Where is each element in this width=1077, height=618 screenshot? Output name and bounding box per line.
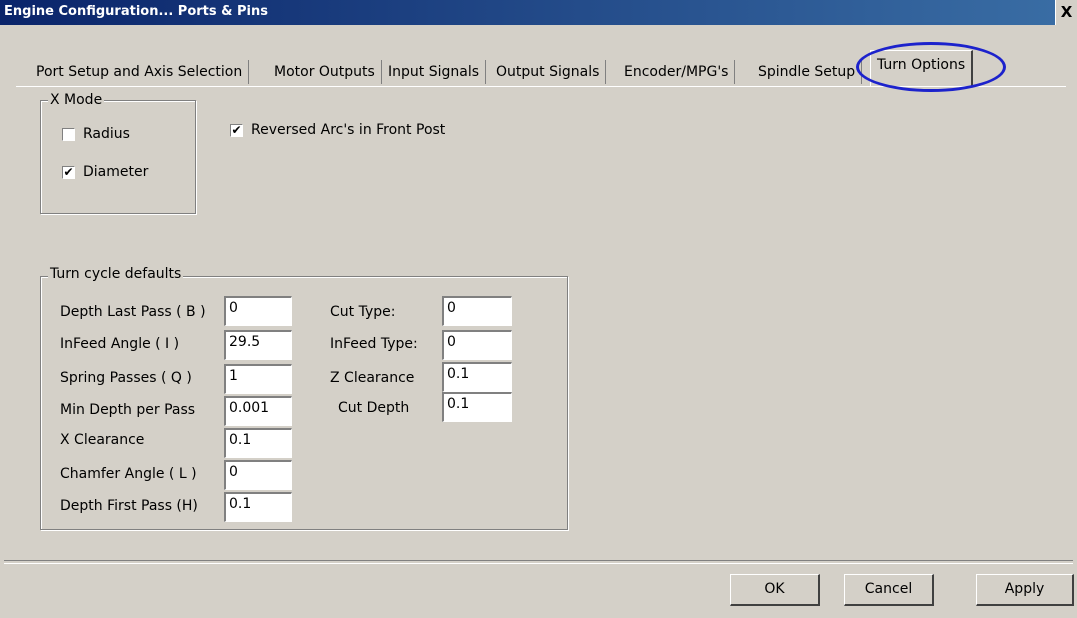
depth-last-pass-label: Depth Last Pass ( B ) — [60, 304, 206, 320]
tab-port-setup[interactable]: Port Setup and Axis Selection — [30, 60, 250, 84]
chamfer-angle-input[interactable]: 0 — [224, 460, 292, 490]
bottom-separator — [4, 560, 1073, 564]
tab-output-signals[interactable]: Output Signals — [490, 60, 607, 84]
diameter-checkbox[interactable]: ✔ — [62, 165, 75, 179]
z-clearance-input[interactable]: 0.1 — [442, 362, 512, 392]
reversed-arcs-checkbox[interactable]: ✔ — [230, 123, 243, 137]
spring-passes-input[interactable]: 1 — [224, 364, 292, 394]
dialog-window: Engine Configuration... Ports & Pins X P… — [0, 0, 1077, 618]
turn-cycle-legend: Turn cycle defaults — [48, 266, 184, 282]
x-mode-group — [40, 100, 196, 214]
cut-depth-label: Cut Depth — [338, 400, 410, 416]
title-bar[interactable]: Engine Configuration... Ports & Pins X — [0, 0, 1077, 25]
cut-type-label: Cut Type: — [330, 304, 396, 320]
window-title: Engine Configuration... Ports & Pins — [4, 4, 268, 19]
depth-last-pass-input[interactable]: 0 — [224, 296, 292, 326]
cut-depth-input[interactable]: 0.1 — [442, 392, 512, 422]
chamfer-angle-label: Chamfer Angle ( L ) — [60, 466, 197, 482]
diameter-option[interactable]: ✔ Diameter — [62, 164, 148, 180]
tab-input-signals[interactable]: Input Signals — [382, 60, 486, 84]
min-depth-per-pass-label: Min Depth per Pass — [60, 402, 196, 418]
spring-passes-label: Spring Passes ( Q ) — [60, 370, 192, 386]
min-depth-per-pass-input[interactable]: 0.001 — [224, 396, 292, 426]
apply-button[interactable]: Apply — [976, 574, 1074, 606]
depth-first-pass-input[interactable]: 0.1 — [224, 492, 292, 522]
radius-checkbox[interactable] — [62, 127, 75, 141]
ok-button[interactable]: OK — [730, 574, 820, 606]
close-icon[interactable]: X — [1055, 0, 1077, 25]
depth-first-pass-label: Depth First Pass (H) — [60, 498, 198, 514]
x-mode-legend: X Mode — [48, 92, 105, 108]
radius-option[interactable]: Radius — [62, 126, 130, 142]
tab-motor-outputs[interactable]: Motor Outputs — [268, 60, 382, 84]
tab-encoder-mpg[interactable]: Encoder/MPG's — [618, 60, 736, 84]
tab-spindle-setup[interactable]: Spindle Setup — [752, 60, 863, 84]
reversed-arcs-label: Reversed Arc's in Front Post — [251, 122, 446, 138]
infeed-angle-label: InFeed Angle ( I ) — [60, 336, 180, 352]
cancel-button[interactable]: Cancel — [844, 574, 934, 606]
z-clearance-label: Z Clearance — [330, 370, 415, 386]
infeed-type-input[interactable]: 0 — [442, 330, 512, 360]
cut-type-input[interactable]: 0 — [442, 296, 512, 326]
diameter-label: Diameter — [83, 164, 149, 180]
x-clearance-label: X Clearance — [60, 432, 145, 448]
highlight-circle — [856, 42, 1006, 92]
infeed-angle-input[interactable]: 29.5 — [224, 330, 292, 360]
x-clearance-input[interactable]: 0.1 — [224, 428, 292, 458]
radius-label: Radius — [83, 126, 130, 142]
infeed-type-label: InFeed Type: — [330, 336, 418, 352]
reversed-arcs-option[interactable]: ✔ Reversed Arc's in Front Post — [230, 122, 445, 138]
